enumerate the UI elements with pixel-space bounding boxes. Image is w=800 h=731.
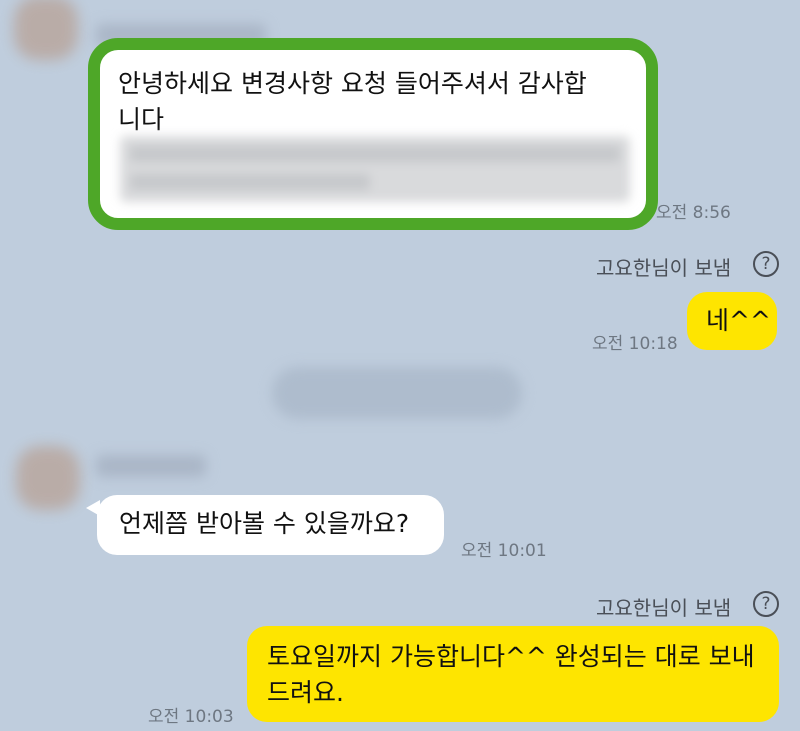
message-2-sender-note: 고요한님이 보냄: [596, 256, 732, 280]
question-circle-icon[interactable]: ?: [753, 251, 779, 277]
question-glyph: ?: [761, 254, 771, 274]
message-2-time: 오전 10:18: [592, 334, 678, 354]
date-divider-redacted: [272, 367, 522, 419]
sender-name-2-redacted: [96, 455, 206, 477]
message-4-sender-note: 고요한님이 보냄: [596, 596, 732, 620]
message-3-time: 오전 10:01: [461, 541, 547, 561]
message-4-bubble[interactable]: 토요일까지 가능합니다^^ 완성되는 대로 보내 드려요.: [247, 626, 779, 722]
message-3-bubble[interactable]: 언제쯤 받아볼 수 있을까요?: [97, 495, 444, 555]
sender-avatar-1[interactable]: [14, 0, 78, 60]
message-1-redacted-text: [120, 136, 630, 202]
message-4-line-1: 토요일까지 가능합니다^^ 완성되는 대로 보내: [267, 642, 755, 671]
message-1-line-1: 안녕하세요 변경사항 요청 들어주셔서 감사합: [118, 69, 587, 98]
message-1-time: 오전 8:56: [656, 203, 731, 223]
message-3-text: 언제쯤 받아볼 수 있을까요?: [119, 509, 410, 538]
message-1-text: 안녕하세요 변경사항 요청 들어주셔서 감사합 니다: [118, 66, 628, 138]
message-4-line-2: 드려요.: [267, 678, 344, 707]
message-2-bubble[interactable]: 네^^: [687, 292, 777, 350]
message-1-line-2: 니다: [118, 105, 165, 134]
sender-avatar-2[interactable]: [16, 446, 80, 510]
question-glyph: ?: [761, 594, 771, 614]
message-2-text: 네^^: [706, 306, 771, 335]
message-4-time: 오전 10:03: [148, 707, 234, 727]
question-circle-icon[interactable]: ?: [753, 591, 779, 617]
